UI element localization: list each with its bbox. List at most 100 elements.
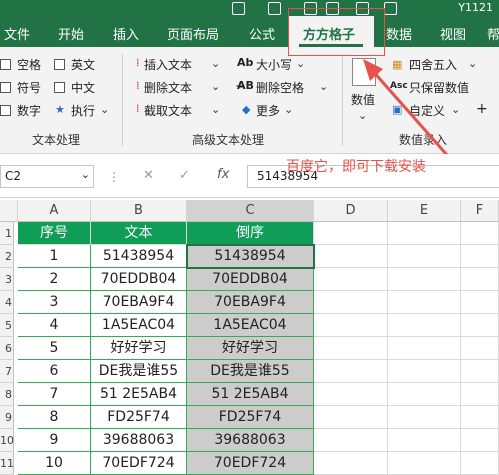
empty-cell[interactable] xyxy=(461,383,499,406)
table-cell[interactable]: FD25F74 xyxy=(187,406,314,429)
table-cell[interactable]: 9 xyxy=(18,429,91,452)
empty-cell[interactable] xyxy=(388,268,461,291)
column-header-e[interactable]: E xyxy=(388,200,461,222)
table-cell[interactable]: 39688063 xyxy=(91,429,187,452)
tab-formulas[interactable]: 公式 xyxy=(249,24,275,43)
row-header[interactable]: 8 xyxy=(0,383,14,406)
empty-cell[interactable] xyxy=(314,314,388,337)
table-cell[interactable]: 4 xyxy=(18,314,91,337)
checkbox-space[interactable] xyxy=(0,59,11,70)
table-cell[interactable]: 7 xyxy=(18,383,91,406)
empty-cell[interactable] xyxy=(388,314,461,337)
delete-text-button[interactable]: 删除文本 xyxy=(144,79,192,96)
empty-cell[interactable] xyxy=(461,291,499,314)
insert-function-icon[interactable]: fx xyxy=(217,167,229,182)
row-header[interactable]: 1 xyxy=(0,222,14,245)
row-header[interactable]: 11 xyxy=(0,452,14,475)
empty-cell[interactable] xyxy=(314,406,388,429)
chevron-down-icon[interactable]: ⌄ xyxy=(284,103,293,116)
empty-cell[interactable] xyxy=(388,337,461,360)
chevron-down-icon[interactable]: ⌄ xyxy=(468,57,477,70)
row-header[interactable]: 5 xyxy=(0,314,14,337)
table-cell[interactable]: 10 xyxy=(18,452,91,475)
empty-cell[interactable] xyxy=(461,314,499,337)
quick-access-icon[interactable] xyxy=(384,2,397,15)
table-cell[interactable]: 好好学习 xyxy=(91,337,187,360)
insert-text-button[interactable]: 插入文本 xyxy=(144,56,192,73)
table-cell[interactable]: 6 xyxy=(18,360,91,383)
table-cell[interactable]: 1 xyxy=(18,245,91,268)
empty-cell[interactable] xyxy=(461,406,499,429)
tab-help[interactable]: 帮 xyxy=(487,24,499,43)
delete-space-button[interactable]: 删除空格 xyxy=(256,79,304,96)
row-header[interactable]: 6 xyxy=(0,337,14,360)
table-cell[interactable]: DE我是谁55 xyxy=(91,360,187,383)
empty-cell[interactable] xyxy=(461,245,499,268)
chevron-down-icon[interactable]: ⌄ xyxy=(296,57,305,70)
table-cell[interactable]: 70EDDB04 xyxy=(187,268,314,291)
empty-cell[interactable] xyxy=(314,383,388,406)
case-button[interactable]: 大小写 xyxy=(256,56,292,73)
checkbox-english[interactable] xyxy=(54,59,65,70)
empty-cell[interactable] xyxy=(461,360,499,383)
more-button[interactable]: 更多 xyxy=(256,102,280,119)
table-cell[interactable]: 70EDF724 xyxy=(91,452,187,475)
table-cell[interactable]: 1A5EAC04 xyxy=(91,314,187,337)
tab-view[interactable]: 视图 xyxy=(440,24,466,43)
row-header[interactable]: 9 xyxy=(0,406,14,429)
table-cell[interactable]: 51 2E5AB4 xyxy=(187,383,314,406)
empty-cell[interactable] xyxy=(314,222,388,245)
table-header-cell[interactable]: 序号 xyxy=(18,222,91,245)
empty-cell[interactable] xyxy=(388,429,461,452)
table-cell[interactable]: 2 xyxy=(18,268,91,291)
row-header[interactable]: 4 xyxy=(0,291,14,314)
empty-cell[interactable] xyxy=(461,222,499,245)
row-header[interactable]: 2 xyxy=(0,245,14,268)
table-cell[interactable]: 1A5EAC04 xyxy=(187,314,314,337)
empty-cell[interactable] xyxy=(314,429,388,452)
plus-icon[interactable]: + xyxy=(476,101,488,117)
table-cell[interactable]: 3 xyxy=(18,291,91,314)
empty-cell[interactable] xyxy=(314,268,388,291)
chevron-down-icon[interactable]: ⌄ xyxy=(100,103,109,116)
empty-cell[interactable] xyxy=(314,291,388,314)
undo-icon[interactable] xyxy=(268,2,281,15)
select-all-corner[interactable] xyxy=(0,200,18,222)
tab-home[interactable]: 开始 xyxy=(58,24,84,43)
empty-cell[interactable] xyxy=(388,406,461,429)
table-header-cell[interactable]: 倒序 xyxy=(187,222,314,245)
empty-cell[interactable] xyxy=(388,291,461,314)
empty-cell[interactable] xyxy=(461,429,499,452)
table-cell[interactable]: 5 xyxy=(18,337,91,360)
column-header-a[interactable]: A xyxy=(18,200,91,222)
table-header-cell[interactable]: 文本 xyxy=(91,222,187,245)
empty-cell[interactable] xyxy=(388,383,461,406)
empty-cell[interactable] xyxy=(314,452,388,475)
empty-cell[interactable] xyxy=(461,337,499,360)
chevron-down-icon[interactable]: ⌄ xyxy=(211,57,220,70)
column-header-d[interactable]: D xyxy=(314,200,388,222)
extract-text-button[interactable]: 截取文本 xyxy=(144,102,192,119)
empty-cell[interactable] xyxy=(461,452,499,475)
checkbox-number[interactable] xyxy=(0,105,11,116)
empty-cell[interactable] xyxy=(388,245,461,268)
table-cell[interactable]: 70EDF724 xyxy=(187,452,314,475)
table-cell[interactable]: 51 2E5AB4 xyxy=(91,383,187,406)
table-cell[interactable]: DE我是谁55 xyxy=(187,360,314,383)
table-cell[interactable]: 好好学习 xyxy=(187,337,314,360)
column-header-b[interactable]: B xyxy=(91,200,187,222)
chevron-down-icon[interactable]: ⌄ xyxy=(81,168,90,181)
table-cell[interactable]: 70EBA9F4 xyxy=(91,291,187,314)
table-cell[interactable]: 70EDDB04 xyxy=(91,268,187,291)
chevron-down-icon[interactable]: ⌄ xyxy=(319,80,328,93)
row-header[interactable]: 3 xyxy=(0,268,14,291)
tab-insert[interactable]: 插入 xyxy=(113,24,139,43)
checkbox-symbol[interactable] xyxy=(0,82,11,93)
column-header-f[interactable]: F xyxy=(461,200,499,222)
checkbox-chinese[interactable] xyxy=(54,82,65,93)
cancel-icon[interactable]: ✕ xyxy=(143,168,154,183)
chevron-down-icon[interactable]: ⌄ xyxy=(211,80,220,93)
empty-cell[interactable] xyxy=(388,360,461,383)
confirm-icon[interactable]: ✓ xyxy=(179,168,190,183)
table-cell[interactable]: 39688063 xyxy=(187,429,314,452)
